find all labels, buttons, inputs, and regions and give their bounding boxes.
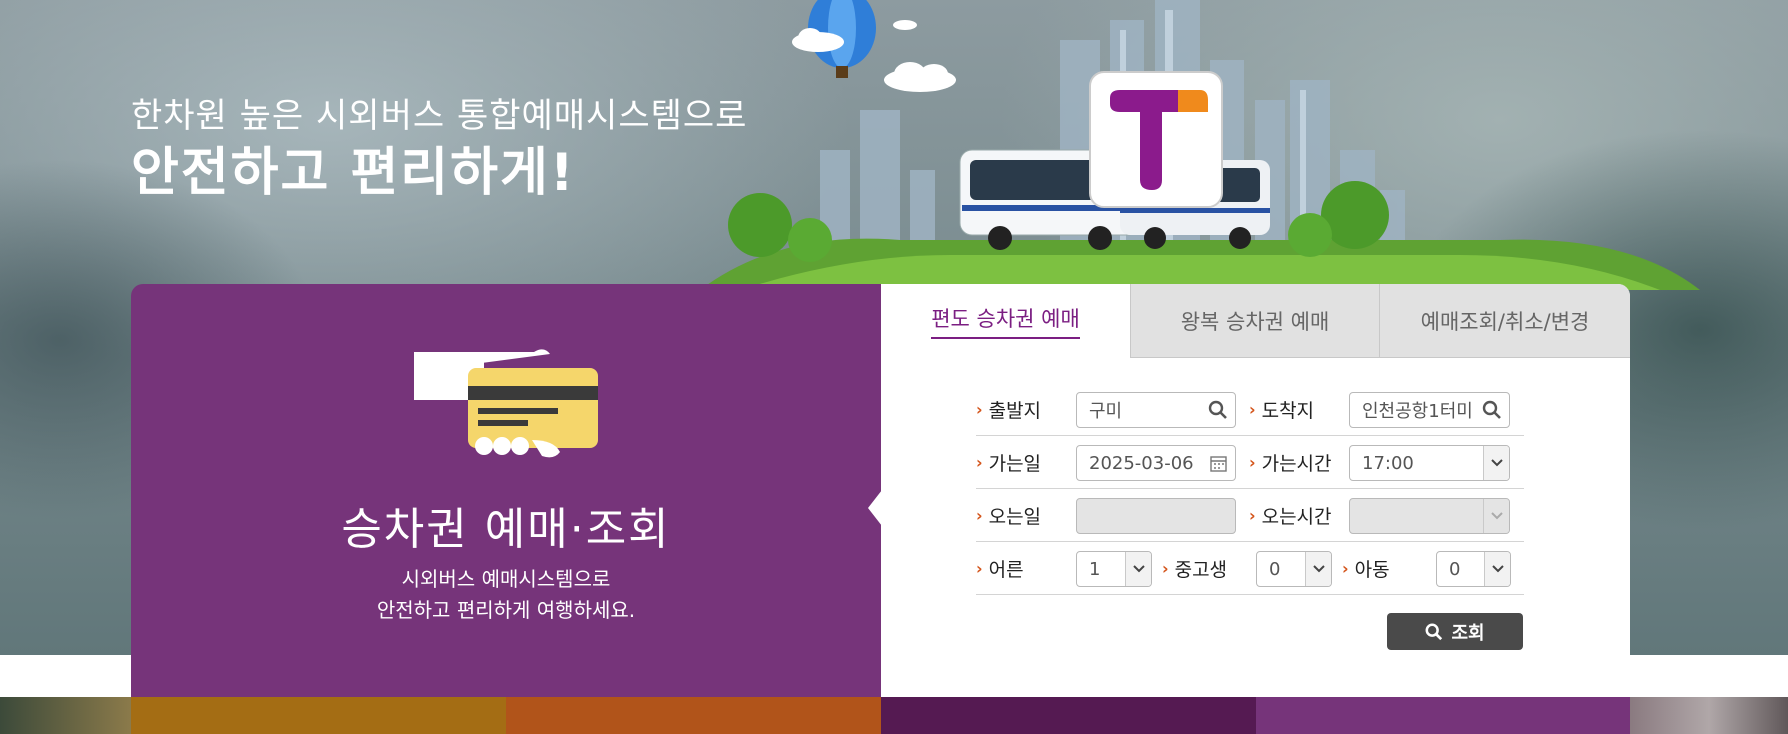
search-button[interactable]: 조회 xyxy=(1387,613,1523,650)
adult-count-value: 1 xyxy=(1089,558,1101,580)
arrow-icon: › xyxy=(1162,559,1169,578)
go-time-label-text: 가는시간 xyxy=(1261,453,1332,475)
go-time-select[interactable]: 17:00 xyxy=(1349,445,1510,481)
card-in-hand-icon xyxy=(414,349,598,458)
arrival-value: 인천공항1터미 xyxy=(1362,401,1473,422)
arrow-icon: › xyxy=(976,400,983,419)
slogan-title: 안전하고 편리하게! xyxy=(131,143,576,203)
panel-title: 승차권 예매·조회 xyxy=(341,504,671,555)
return-time-label-text: 오는시간 xyxy=(1261,506,1332,528)
calendar-icon[interactable] xyxy=(1210,455,1227,472)
arrow-icon: › xyxy=(976,453,983,472)
return-date-label: › 오는일 xyxy=(976,489,1041,542)
child-count-select[interactable]: 0 xyxy=(1436,551,1511,587)
arrow-icon: › xyxy=(976,506,983,525)
bottom-menu-tile-4[interactable] xyxy=(1256,697,1630,734)
tab-round-trip-label: 왕복 승차권 예매 xyxy=(1180,309,1330,334)
return-date-label-text: 오는일 xyxy=(988,506,1042,528)
go-date-label: › 가는일 xyxy=(976,436,1041,489)
arrow-icon: › xyxy=(1249,506,1256,525)
search-icon[interactable] xyxy=(1208,400,1228,420)
return-date-field[interactable] xyxy=(1076,498,1236,534)
panel-description: 시외버스 예매시스템으로 안전하고 편리하게 여행하세요. xyxy=(131,564,881,626)
search-button-label: 조회 xyxy=(1451,622,1485,644)
arrival-label: › 도착지 xyxy=(1249,383,1314,436)
return-date-row: › 오는일 › 오는시간 xyxy=(976,489,1524,542)
passenger-row: › 어른 1 › 중고생 0 › 아동 0 xyxy=(976,542,1524,595)
child-count-value: 0 xyxy=(1449,558,1461,580)
youth-label-text: 중고생 xyxy=(1174,559,1228,581)
go-date-value: 2025-03-06 xyxy=(1089,452,1194,474)
youth-count-select[interactable]: 0 xyxy=(1256,551,1332,587)
child-label-text: 아동 xyxy=(1354,559,1390,581)
departure-value: 구미 xyxy=(1089,401,1123,422)
panel-desc-line1: 시외버스 예매시스템으로 xyxy=(401,567,611,591)
bottom-menu-tile-1[interactable] xyxy=(131,697,506,734)
tab-lookup-cancel-change[interactable]: 예매조회/취소/변경 xyxy=(1379,284,1630,358)
panel-notch xyxy=(868,490,882,526)
bottom-menu-tile-3[interactable] xyxy=(881,697,1256,734)
arrow-icon: › xyxy=(1249,453,1256,472)
arrow-icon: › xyxy=(1249,400,1256,419)
tab-lookup-label: 예매조회/취소/변경 xyxy=(1420,309,1590,334)
search-icon xyxy=(1425,623,1443,640)
go-time-value: 17:00 xyxy=(1362,452,1414,474)
tab-one-way-label: 편도 승차권 예매 xyxy=(931,303,1080,339)
chevron-down-icon[interactable] xyxy=(1125,552,1151,586)
departure-label-text: 출발지 xyxy=(988,400,1042,422)
arrival-field[interactable]: 인천공항1터미 xyxy=(1349,392,1510,428)
adult-count-select[interactable]: 1 xyxy=(1076,551,1152,587)
child-label: › 아동 xyxy=(1342,542,1390,595)
adult-label: › 어른 xyxy=(976,542,1024,595)
departure-label: › 출발지 xyxy=(976,383,1041,436)
chevron-down-icon[interactable] xyxy=(1483,499,1509,533)
booking-tabs: 편도 승차권 예매 왕복 승차권 예매 예매조회/취소/변경 xyxy=(881,284,1630,358)
ticket-info-panel: 승차권 예매·조회 시외버스 예매시스템으로 안전하고 편리하게 여행하세요. xyxy=(131,284,882,697)
bottom-menu-tile-2[interactable] xyxy=(506,697,881,734)
departure-field[interactable]: 구미 xyxy=(1076,392,1236,428)
youth-label: › 중고생 xyxy=(1162,542,1227,595)
bottom-photo-left xyxy=(0,697,131,734)
arrow-icon: › xyxy=(1342,559,1349,578)
return-time-label: › 오는시간 xyxy=(1249,489,1332,542)
youth-count-value: 0 xyxy=(1269,558,1281,580)
tab-one-way[interactable]: 편도 승차권 예매 xyxy=(881,284,1130,358)
bottom-photo-right xyxy=(1630,697,1788,734)
panel-desc-line2: 안전하고 편리하게 여행하세요. xyxy=(376,598,636,622)
bus-city-illustration xyxy=(700,0,1700,290)
go-date-row: › 가는일 2025-03-06 › 가는시간 17:00 xyxy=(976,436,1524,489)
arrow-icon: › xyxy=(976,559,983,578)
go-time-label: › 가는시간 xyxy=(1249,436,1332,489)
return-time-select[interactable] xyxy=(1349,498,1510,534)
adult-label-text: 어른 xyxy=(988,559,1024,581)
booking-form-panel: 편도 승차권 예매 왕복 승차권 예매 예매조회/취소/변경 › 출발지 구미 ›… xyxy=(881,284,1630,655)
arrival-label-text: 도착지 xyxy=(1261,400,1315,422)
chevron-down-icon[interactable] xyxy=(1484,552,1510,586)
chevron-down-icon[interactable] xyxy=(1305,552,1331,586)
go-date-label-text: 가는일 xyxy=(988,453,1042,475)
chevron-down-icon[interactable] xyxy=(1483,446,1509,480)
search-icon[interactable] xyxy=(1482,400,1502,420)
tab-round-trip[interactable]: 왕복 승차권 예매 xyxy=(1130,284,1379,358)
route-row: › 출발지 구미 › 도착지 인천공항1터미 xyxy=(976,383,1524,436)
go-date-field[interactable]: 2025-03-06 xyxy=(1076,445,1236,481)
